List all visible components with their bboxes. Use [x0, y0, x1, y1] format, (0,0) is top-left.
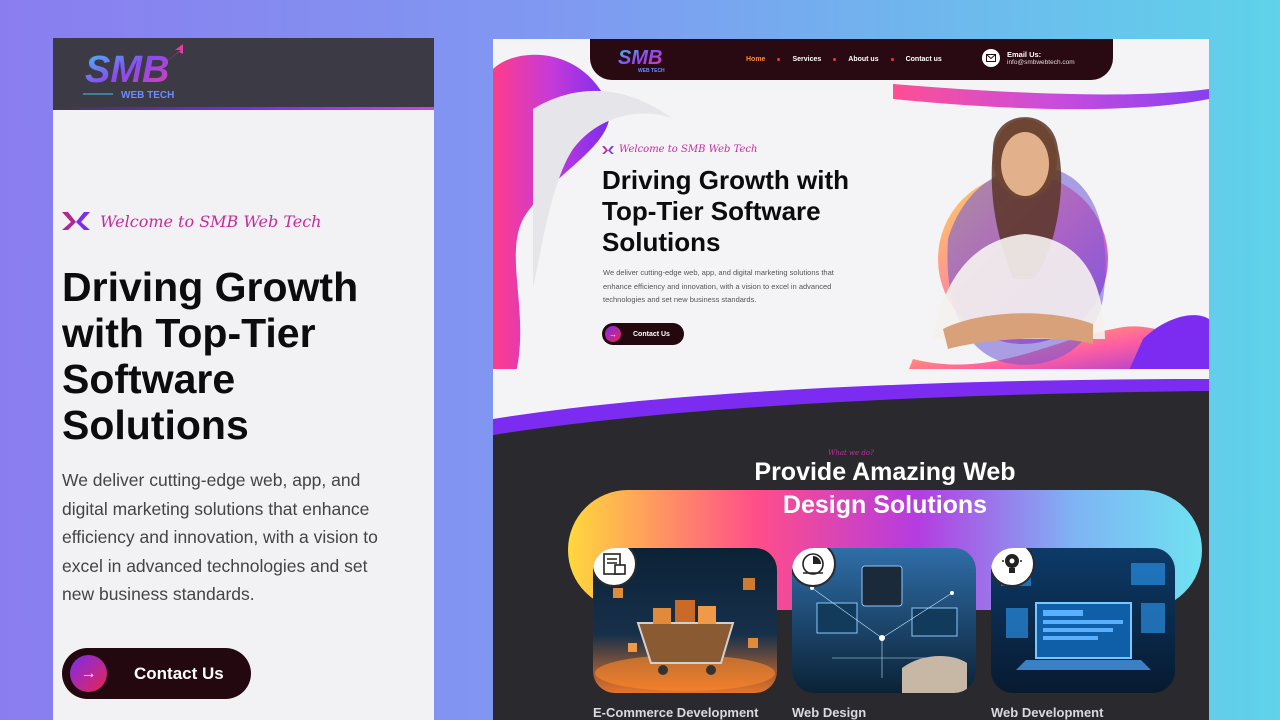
desktop-preview: SMB WEB TECH Home Services About us Cont…: [493, 39, 1209, 720]
email-contact[interactable]: Email Us: info@smbwebtech.com: [982, 49, 1075, 67]
welcome-text: Welcome to SMB Web Tech: [619, 144, 758, 155]
contact-us-label: Contact Us: [134, 663, 224, 683]
hero-description: We deliver cutting-edge web, app, and di…: [603, 268, 834, 304]
logo[interactable]: SMB WEB TECH: [83, 42, 203, 106]
nav-logo[interactable]: SMB WEB TECH: [618, 43, 674, 77]
service-card-web-development[interactable]: [991, 548, 1175, 693]
section-title-line1: Provide Amazing Web: [754, 458, 1016, 486]
brand-mark-icon: [62, 212, 90, 230]
svg-text:SMB: SMB: [85, 49, 169, 91]
services-section: What we do? Provide Amazing Web Design S…: [493, 369, 1209, 720]
hero-title: Driving Growth with Top-Tier Software So…: [602, 165, 849, 257]
mobile-preview: SMB WEB TECH Welcome to SMB Web Tech Dri…: [53, 38, 434, 720]
service-cards: [593, 548, 1175, 693]
arrow-right-icon: →: [70, 655, 107, 692]
hero-section: SMB WEB TECH Home Services About us Cont…: [493, 39, 1209, 384]
nav-links: Home Services About us Contact us: [746, 56, 942, 63]
nav-home[interactable]: Home: [746, 56, 765, 63]
contact-us-label: Contact Us: [633, 330, 670, 338]
nav-contact[interactable]: Contact us: [906, 56, 942, 63]
service-label-web-development[interactable]: Web Development: [991, 705, 1175, 720]
nav-separator: [890, 58, 894, 61]
section-title: Provide Amazing Web Design Solutions: [493, 456, 1209, 522]
nav-services[interactable]: Services: [792, 56, 821, 63]
service-label-ecommerce[interactable]: E-Commerce Development: [593, 705, 777, 720]
hero-title: Driving Growth with Top-Tier Software So…: [62, 264, 359, 448]
brand-mark-icon: [602, 145, 614, 154]
contact-us-button[interactable]: → Contact Us: [602, 323, 684, 345]
mobile-header: SMB WEB TECH: [53, 38, 434, 110]
welcome-tagline: Welcome to SMB Web Tech: [602, 144, 757, 155]
svg-text:WEB TECH: WEB TECH: [638, 68, 665, 73]
nav-separator: [777, 58, 781, 61]
welcome-text: Welcome to SMB Web Tech: [100, 211, 322, 231]
nav-separator: [833, 58, 837, 61]
email-label: Email Us:: [1007, 50, 1042, 59]
service-label-web-design[interactable]: Web Design: [792, 705, 976, 720]
svg-text:SMB: SMB: [618, 47, 662, 69]
mail-icon: [982, 49, 1000, 67]
email-address[interactable]: info@smbwebtech.com: [1007, 59, 1075, 66]
arrow-right-icon: →: [605, 326, 621, 342]
section-title-line2: Design Solutions: [782, 491, 988, 519]
svg-text:WEB TECH: WEB TECH: [121, 90, 174, 101]
service-card-labels: E-Commerce Development Web Design Web De…: [593, 705, 1175, 720]
service-card-ecommerce[interactable]: [593, 548, 777, 693]
hero-description: We deliver cutting-edge web, app, and di…: [62, 470, 378, 604]
service-card-web-design[interactable]: [792, 548, 976, 693]
nav-about[interactable]: About us: [848, 56, 878, 63]
contact-us-button[interactable]: → Contact Us: [62, 648, 251, 699]
welcome-tagline: Welcome to SMB Web Tech: [62, 210, 321, 232]
top-navbar: SMB WEB TECH Home Services About us Cont…: [590, 39, 1113, 80]
